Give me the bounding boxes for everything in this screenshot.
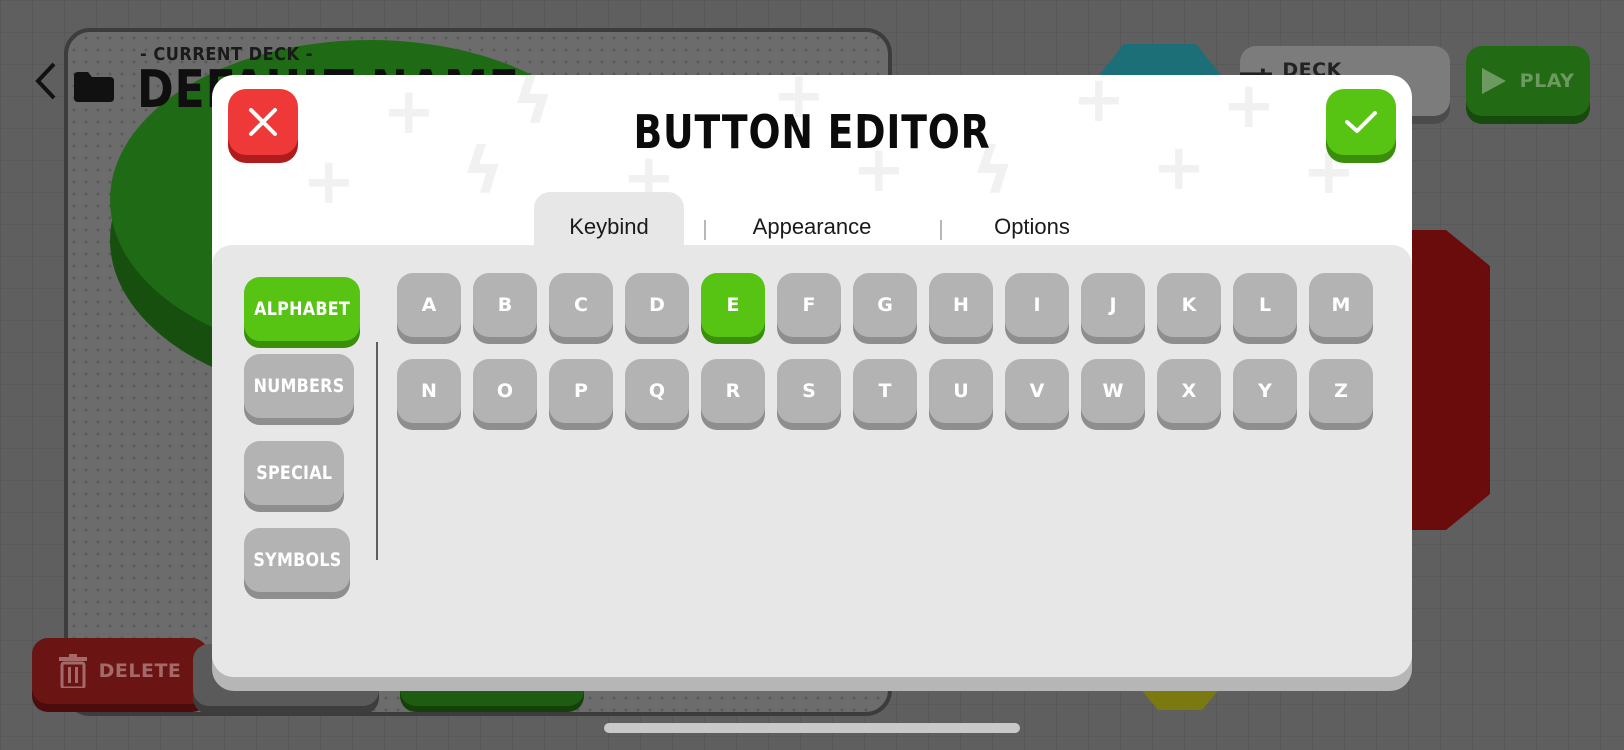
key-button[interactable]: G	[853, 273, 917, 337]
play-button[interactable]: PLAY	[1466, 46, 1590, 116]
category-label: SYMBOLS	[252, 549, 342, 571]
x-icon	[249, 108, 277, 136]
key-button[interactable]: X	[1157, 359, 1221, 423]
category-label: NUMBERS	[253, 375, 345, 397]
key-button[interactable]: N	[397, 359, 461, 423]
key-button[interactable]: F	[777, 273, 841, 337]
category-label: ALPHABET	[254, 298, 350, 320]
key-button[interactable]: I	[1005, 273, 1069, 337]
key-button[interactable]: W	[1081, 359, 1145, 423]
key-button[interactable]: Y	[1233, 359, 1297, 423]
key-button[interactable]: A	[397, 273, 461, 337]
category-divider	[376, 342, 378, 560]
tab-separator	[704, 220, 706, 240]
delete-label: DELETE	[98, 660, 182, 682]
home-indicator	[604, 723, 1020, 733]
keybind-panel: ALPHABET NUMBERS SPECIAL SYMBOLS A B C D…	[212, 245, 1412, 677]
check-icon	[1345, 111, 1377, 133]
play-icon	[1481, 68, 1506, 94]
close-button[interactable]	[228, 89, 298, 155]
key-button[interactable]: C	[549, 273, 613, 337]
delete-button[interactable]: DELETE	[32, 638, 208, 704]
key-button[interactable]: L	[1233, 273, 1297, 337]
key-button[interactable]: P	[549, 359, 613, 423]
key-button[interactable]: H	[929, 273, 993, 337]
button-editor-modal: + + ϟϟ + + + + + + ϟ + BUTTON EDITOR Keybind …	[212, 75, 1412, 677]
key-button[interactable]: T	[853, 359, 917, 423]
key-button[interactable]: M	[1309, 273, 1373, 337]
key-button[interactable]: S	[777, 359, 841, 423]
key-button[interactable]: U	[929, 359, 993, 423]
key-button-selected[interactable]: E	[701, 273, 765, 337]
category-special-button[interactable]: SPECIAL	[244, 441, 344, 505]
category-label: SPECIAL	[255, 462, 333, 484]
key-button[interactable]: O	[473, 359, 537, 423]
category-symbols-button[interactable]: SYMBOLS	[244, 528, 350, 592]
key-button[interactable]: D	[625, 273, 689, 337]
key-button[interactable]: Q	[625, 359, 689, 423]
key-button[interactable]: Z	[1309, 359, 1373, 423]
play-label: PLAY	[1519, 70, 1575, 92]
key-grid: A B C D E F G H I J K L M N O P Q R S T …	[397, 273, 1377, 423]
folder-icon[interactable]	[74, 72, 114, 102]
key-button[interactable]: R	[701, 359, 765, 423]
confirm-button[interactable]	[1326, 89, 1396, 155]
key-button[interactable]: J	[1081, 273, 1145, 337]
category-alphabet-button[interactable]: ALPHABET	[244, 277, 360, 341]
category-numbers-button[interactable]: NUMBERS	[244, 354, 354, 418]
trash-icon	[58, 654, 87, 688]
key-button[interactable]: V	[1005, 359, 1069, 423]
back-chevron-icon[interactable]	[34, 62, 58, 100]
modal-title: BUTTON EDITOR	[633, 105, 991, 159]
key-button[interactable]: K	[1157, 273, 1221, 337]
key-button[interactable]: B	[473, 273, 537, 337]
